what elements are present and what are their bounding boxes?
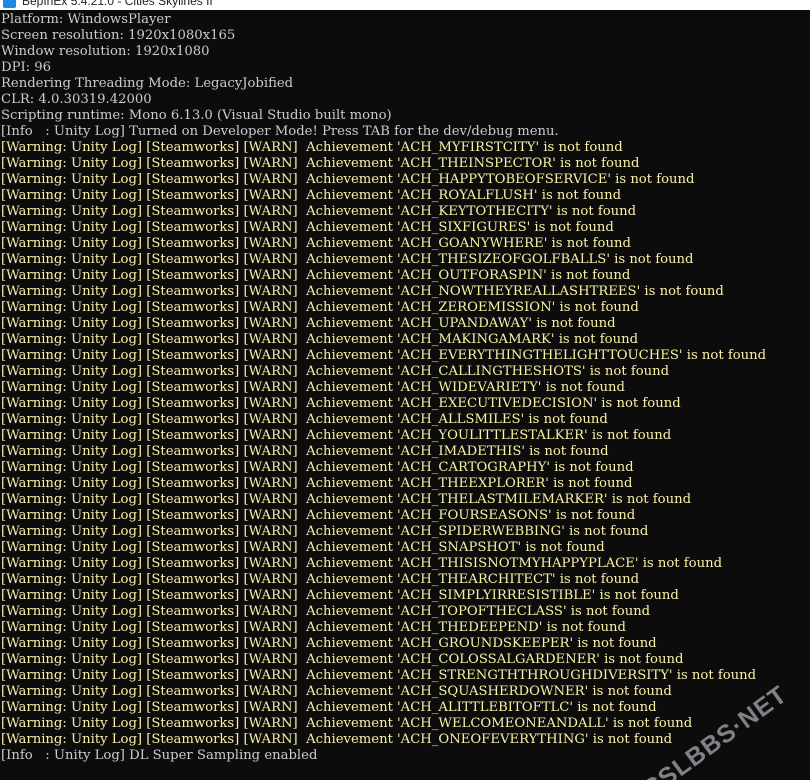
window-title: BepInEx 5.4.21.0 - Cities Skylines II xyxy=(22,0,213,8)
log-line: Scripting runtime: Mono 6.13.0 (Visual S… xyxy=(1,108,392,123)
warning-log-line: [Warning: Unity Log] [Steamworks] [WARN]… xyxy=(1,540,605,555)
warning-log-line: [Warning: Unity Log] [Steamworks] [WARN]… xyxy=(1,444,609,459)
console-output[interactable]: Platform: WindowsPlayer Screen resolutio… xyxy=(1,12,807,768)
warning-log-line: [Warning: Unity Log] [Steamworks] [WARN]… xyxy=(1,492,692,507)
console-window: BepInEx 5.4.21.0 - Cities Skylines II Pl… xyxy=(0,0,810,780)
warning-log-line: [Warning: Unity Log] [Steamworks] [WARN]… xyxy=(1,412,608,427)
warning-log-line: [Warning: Unity Log] [Steamworks] [WARN]… xyxy=(1,364,670,379)
warning-log-line: [Warning: Unity Log] [Steamworks] [WARN]… xyxy=(1,668,757,683)
warning-log-line: [Warning: Unity Log] [Steamworks] [WARN]… xyxy=(1,236,631,251)
warning-log-line: [Warning: Unity Log] [Steamworks] [WARN]… xyxy=(1,716,693,731)
warning-log-line: [Warning: Unity Log] [Steamworks] [WARN]… xyxy=(1,604,651,619)
log-line: Rendering Threading Mode: LegacyJobified xyxy=(1,76,294,91)
log-line: Window resolution: 1920x1080 xyxy=(1,44,210,59)
warning-log-line: [Warning: Unity Log] [Steamworks] [WARN]… xyxy=(1,332,639,347)
warning-log-line: [Warning: Unity Log] [Steamworks] [WARN]… xyxy=(1,508,636,523)
log-line: DPI: 96 xyxy=(1,60,52,75)
warning-log-line: [Warning: Unity Log] [Steamworks] [WARN]… xyxy=(1,588,679,603)
warning-log-line: [Warning: Unity Log] [Steamworks] [WARN]… xyxy=(1,556,723,571)
warning-log-line: [Warning: Unity Log] [Steamworks] [WARN]… xyxy=(1,476,633,491)
app-icon xyxy=(3,0,16,8)
warning-log-line: [Warning: Unity Log] [Steamworks] [WARN]… xyxy=(1,284,724,299)
log-line: Platform: WindowsPlayer xyxy=(1,12,171,27)
warning-log-line: [Warning: Unity Log] [Steamworks] [WARN]… xyxy=(1,636,657,651)
log-line: CLR: 4.0.30319.42000 xyxy=(1,92,152,107)
warning-log-line: [Warning: Unity Log] [Steamworks] [WARN]… xyxy=(1,140,623,155)
warning-log-line: [Warning: Unity Log] [Steamworks] [WARN]… xyxy=(1,300,639,315)
warning-log-line: [Warning: Unity Log] [Steamworks] [WARN]… xyxy=(1,380,625,395)
warning-log-list: [Warning: Unity Log] [Steamworks] [WARN]… xyxy=(1,140,807,748)
warning-log-line: [Warning: Unity Log] [Steamworks] [WARN]… xyxy=(1,460,634,475)
warning-log-line: [Warning: Unity Log] [Steamworks] [WARN]… xyxy=(1,572,640,587)
warning-log-line: [Warning: Unity Log] [Steamworks] [WARN]… xyxy=(1,188,622,203)
warning-log-line: [Warning: Unity Log] [Steamworks] [WARN]… xyxy=(1,252,694,267)
warning-log-line: [Warning: Unity Log] [Steamworks] [WARN]… xyxy=(1,316,616,331)
warning-log-line: [Warning: Unity Log] [Steamworks] [WARN]… xyxy=(1,156,640,171)
warning-log-line: [Warning: Unity Log] [Steamworks] [WARN]… xyxy=(1,220,614,235)
warning-log-line: [Warning: Unity Log] [Steamworks] [WARN]… xyxy=(1,652,684,667)
warning-log-line: [Warning: Unity Log] [Steamworks] [WARN]… xyxy=(1,428,672,443)
warning-log-line: [Warning: Unity Log] [Steamworks] [WARN]… xyxy=(1,348,767,363)
warning-log-line: [Warning: Unity Log] [Steamworks] [WARN]… xyxy=(1,268,631,283)
log-line: Screen resolution: 1920x1080x165 xyxy=(1,28,236,43)
warning-log-line: [Warning: Unity Log] [Steamworks] [WARN]… xyxy=(1,524,649,539)
warning-log-line: [Warning: Unity Log] [Steamworks] [WARN]… xyxy=(1,684,672,699)
info-log-line: [Info : Unity Log] Turned on Developer M… xyxy=(1,124,559,139)
title-bar[interactable]: BepInEx 5.4.21.0 - Cities Skylines II xyxy=(0,0,810,10)
warning-log-line: [Warning: Unity Log] [Steamworks] [WARN]… xyxy=(1,204,637,219)
warning-log-line: [Warning: Unity Log] [Steamworks] [WARN]… xyxy=(1,396,681,411)
warning-log-line: [Warning: Unity Log] [Steamworks] [WARN]… xyxy=(1,700,657,715)
warning-log-line: [Warning: Unity Log] [Steamworks] [WARN]… xyxy=(1,620,626,635)
warning-log-line: [Warning: Unity Log] [Steamworks] [WARN]… xyxy=(1,172,695,187)
